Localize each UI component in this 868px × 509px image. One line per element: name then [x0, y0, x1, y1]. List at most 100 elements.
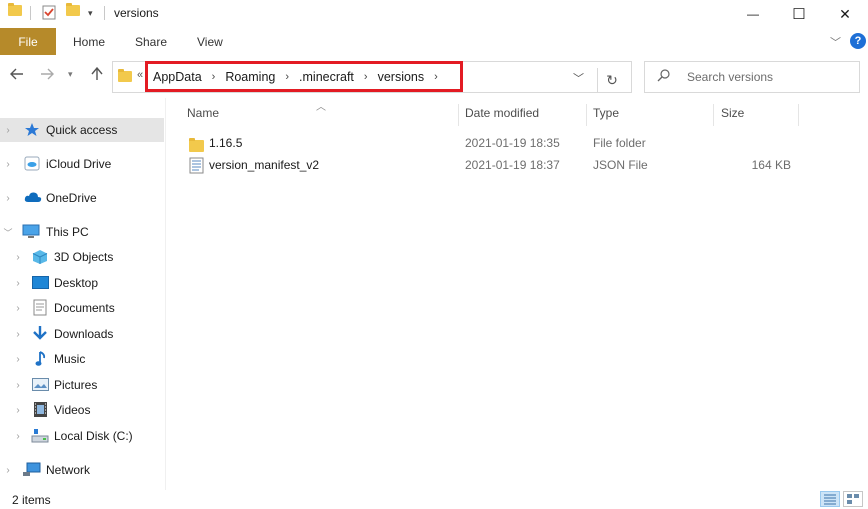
new-folder-icon[interactable] [66, 3, 80, 16]
expand-chevron-icon[interactable]: › [13, 278, 23, 289]
sidebar-item-icloud-drive[interactable]: › iCloud Drive [0, 152, 164, 176]
expand-chevron-icon[interactable]: › [3, 465, 13, 476]
document-icon [33, 299, 49, 316]
tab-share[interactable]: Share [135, 35, 167, 49]
ribbon: File Home Share View ﹀ ? [0, 28, 868, 56]
folder-icon[interactable] [8, 3, 22, 16]
overflow-chevron-icon[interactable]: « [137, 69, 143, 81]
title-bar: ▾ versions — ☐ ✕ [0, 0, 868, 28]
sidebar-item-videos[interactable]: › Videos [0, 398, 164, 422]
search-input[interactable]: Search versions [687, 70, 773, 84]
tab-home[interactable]: Home [73, 35, 105, 49]
file-type: JSON File [593, 158, 648, 172]
properties-checklist-icon[interactable] [42, 4, 56, 20]
sidebar-item-label: Quick access [46, 123, 118, 137]
expand-chevron-icon[interactable]: › [13, 380, 23, 391]
divider [104, 6, 105, 20]
sidebar-item-quick-access[interactable]: › Quick access [0, 118, 164, 142]
expand-ribbon-chevron-icon[interactable]: ﹀ [830, 34, 841, 50]
sidebar-item-label: This PC [46, 225, 89, 239]
refresh-icon[interactable]: ↻ [597, 68, 626, 92]
details-view-icon[interactable] [820, 491, 840, 507]
computer-icon [22, 224, 40, 238]
file-date: 2021-01-19 18:37 [465, 158, 560, 172]
column-header-type[interactable]: Type [593, 106, 619, 120]
tab-view[interactable]: View [197, 35, 223, 49]
sidebar-item-pictures[interactable]: › Pictures [0, 373, 164, 397]
customize-quick-access-icon[interactable]: ▾ [88, 8, 93, 19]
expand-chevron-icon[interactable]: › [13, 252, 23, 263]
file-size: 164 KB [751, 158, 791, 172]
search-box[interactable]: Search versions [644, 61, 860, 93]
sidebar-item-network[interactable]: › Network [0, 458, 164, 482]
column-header-size[interactable]: Size [721, 106, 744, 120]
file-list: ︿ Name Date modified Type Size 1.16.5 20… [166, 98, 868, 490]
table-row[interactable]: 1.16.5 2021-01-19 18:35 File folder [186, 133, 806, 155]
forward-arrow-icon[interactable] [40, 67, 54, 85]
maximize-button[interactable]: ☐ [776, 0, 822, 28]
cube-icon [32, 249, 48, 264]
sidebar-item-label: Network [46, 463, 91, 477]
expand-chevron-icon[interactable]: › [3, 193, 13, 204]
folder-icon [118, 69, 132, 82]
star-icon [24, 122, 40, 136]
navigation-pane: › Quick access › iCloud Drive › OneDrive… [0, 98, 165, 490]
minimize-button[interactable]: — [730, 0, 776, 28]
sidebar-item-label: Music [54, 352, 86, 366]
large-icons-view-icon[interactable] [843, 491, 863, 507]
sidebar-item-documents[interactable]: › Documents [0, 296, 164, 320]
sidebar-item-label: Desktop [54, 276, 99, 290]
expand-chevron-icon[interactable]: › [13, 329, 23, 340]
sidebar-item-label: Local Disk (C:) [54, 429, 133, 443]
sidebar-item-label: Documents [54, 301, 115, 315]
back-arrow-icon[interactable] [10, 67, 24, 85]
collapse-chevron-icon[interactable]: ﹀ [3, 226, 13, 239]
search-icon [657, 69, 670, 85]
sidebar-item-3d-objects[interactable]: › 3D Objects [0, 245, 164, 269]
column-header-name[interactable]: Name [187, 106, 219, 120]
download-arrow-icon [32, 325, 48, 340]
column-header-date-modified[interactable]: Date modified [465, 106, 539, 120]
tab-file[interactable]: File [0, 28, 56, 55]
icloud-icon [24, 156, 40, 171]
sidebar-item-music[interactable]: › Music [0, 347, 164, 371]
expand-chevron-icon[interactable]: › [13, 405, 23, 416]
recent-locations-chevron-icon[interactable]: ▾ [68, 69, 73, 80]
column-divider[interactable] [713, 104, 714, 126]
desktop-icon [32, 276, 49, 290]
column-divider[interactable] [458, 104, 459, 126]
expand-chevron-icon[interactable]: › [13, 354, 23, 365]
expand-chevron-icon[interactable]: › [3, 159, 13, 170]
sidebar-item-label: OneDrive [46, 191, 97, 205]
window-title: versions [114, 6, 159, 20]
expand-chevron-icon[interactable]: › [13, 303, 23, 314]
file-name: 1.16.5 [209, 136, 243, 150]
file-name: version_manifest_v2 [209, 158, 320, 172]
column-divider[interactable] [586, 104, 587, 126]
table-row[interactable]: version_manifest_v2 2021-01-19 18:37 JSO… [186, 155, 806, 177]
sidebar-item-desktop[interactable]: › Desktop [0, 271, 164, 295]
file-date: 2021-01-19 18:35 [465, 136, 560, 150]
divider [30, 6, 31, 20]
address-dropdown-icon[interactable]: ﹀ [573, 70, 584, 86]
expand-chevron-icon[interactable]: › [3, 125, 13, 136]
item-count: 2 items [12, 493, 51, 507]
expand-chevron-icon[interactable]: › [13, 431, 23, 442]
text-file-icon [189, 157, 204, 177]
sidebar-item-local-disk[interactable]: › Local Disk (C:) [0, 424, 164, 448]
sidebar-item-label: Pictures [54, 378, 98, 392]
sidebar-item-label: 3D Objects [54, 250, 114, 264]
close-button[interactable]: ✕ [822, 0, 868, 28]
sort-ascending-icon: ︿ [316, 102, 326, 113]
sidebar-item-label: Downloads [54, 327, 114, 341]
sidebar-item-onedrive[interactable]: › OneDrive [0, 186, 164, 210]
file-type: File folder [593, 136, 646, 150]
status-bar: 2 items [0, 490, 868, 508]
up-arrow-icon[interactable] [90, 66, 104, 85]
sidebar-item-downloads[interactable]: › Downloads [0, 322, 164, 346]
sidebar-item-this-pc[interactable]: ﹀ This PC [0, 220, 164, 244]
network-icon [22, 462, 41, 476]
help-icon[interactable]: ? [850, 33, 866, 49]
music-note-icon [34, 350, 50, 366]
column-divider[interactable] [798, 104, 799, 126]
